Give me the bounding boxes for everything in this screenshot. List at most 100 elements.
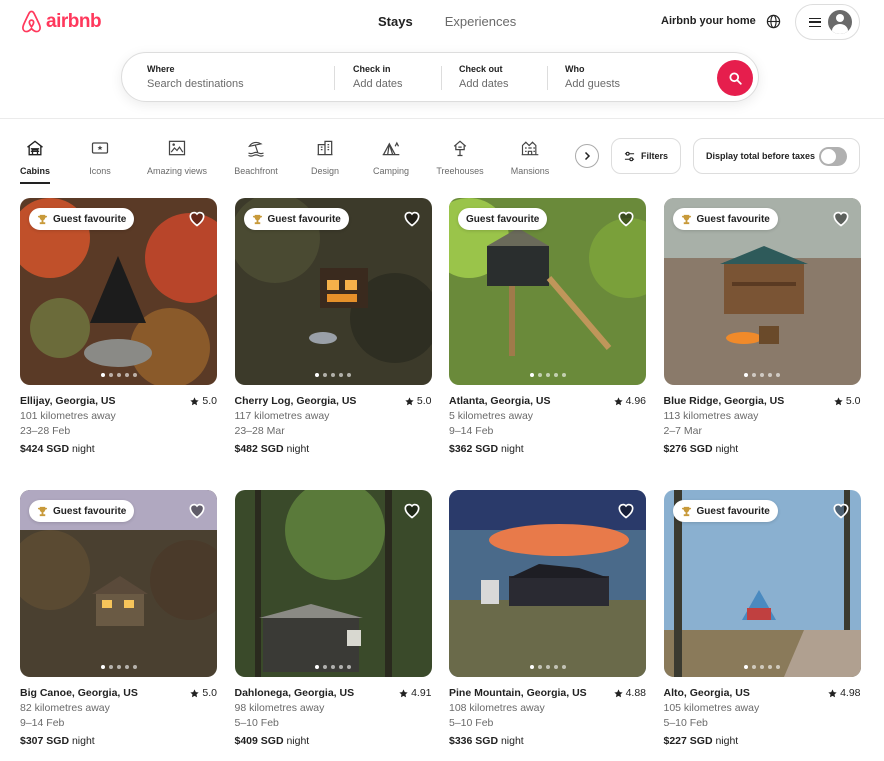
listing-dates: 9–14 Feb bbox=[20, 717, 65, 729]
pagination-dot[interactable] bbox=[339, 665, 343, 669]
category-next-button[interactable] bbox=[575, 144, 599, 168]
pagination-dot[interactable] bbox=[545, 373, 550, 377]
listing-photo[interactable] bbox=[449, 490, 646, 677]
listing-location: Big Canoe, Georgia, US bbox=[20, 687, 138, 699]
listing-card[interactable]: Guest favourite Atlanta, Georgia, US 4.9… bbox=[449, 198, 646, 455]
pagination-dot[interactable] bbox=[100, 665, 105, 669]
heart-icon[interactable] bbox=[187, 500, 207, 520]
pagination-dot[interactable] bbox=[553, 665, 558, 669]
pagination-dot[interactable] bbox=[561, 665, 566, 669]
pagination-dot[interactable] bbox=[331, 373, 335, 377]
pagination-dot[interactable] bbox=[744, 373, 748, 377]
heart-icon[interactable] bbox=[187, 208, 207, 228]
who-field[interactable]: Who Add guests bbox=[565, 64, 620, 90]
pagination-dot[interactable] bbox=[124, 373, 129, 377]
pagination-dot[interactable] bbox=[776, 665, 780, 669]
pagination-dot[interactable] bbox=[339, 373, 343, 377]
pagination-dot[interactable] bbox=[760, 373, 764, 377]
nav-experiences[interactable]: Experiences bbox=[445, 14, 517, 29]
category-treehouses[interactable]: Treehouses bbox=[435, 136, 485, 176]
pagination-dot[interactable] bbox=[347, 665, 351, 669]
pagination-dot[interactable] bbox=[768, 665, 772, 669]
category-amazing-views[interactable]: Amazing views bbox=[145, 136, 209, 176]
pagination-dot[interactable] bbox=[116, 373, 121, 377]
pagination-dot[interactable] bbox=[537, 373, 542, 377]
globe-icon[interactable] bbox=[766, 14, 781, 29]
nav-stays[interactable]: Stays bbox=[378, 14, 413, 29]
listing-photo[interactable]: Guest favourite bbox=[663, 198, 861, 385]
pagination-dot[interactable] bbox=[132, 665, 137, 669]
pagination-dot[interactable] bbox=[545, 665, 550, 669]
where-input[interactable]: Search destinations bbox=[147, 78, 244, 90]
heart-icon[interactable] bbox=[616, 500, 636, 520]
category-icons[interactable]: Icons bbox=[86, 136, 114, 176]
heart-icon[interactable] bbox=[402, 500, 422, 520]
pagination-dot[interactable] bbox=[315, 373, 319, 377]
pagination-dot[interactable] bbox=[776, 373, 780, 377]
listing-photo[interactable]: Guest favourite bbox=[20, 490, 217, 677]
pagination-dot[interactable] bbox=[108, 665, 113, 669]
pagination-dot[interactable] bbox=[529, 665, 534, 669]
heart-icon[interactable] bbox=[616, 208, 636, 228]
pagination-dot[interactable] bbox=[132, 373, 137, 377]
pagination-dot[interactable] bbox=[347, 373, 351, 377]
star-icon bbox=[613, 688, 623, 697]
display-total-toggle[interactable]: Display total before taxes bbox=[693, 138, 860, 174]
listing-location: Pine Mountain, Georgia, US bbox=[449, 687, 587, 699]
price-suffix: night bbox=[500, 443, 524, 455]
pagination-dot[interactable] bbox=[116, 665, 121, 669]
heart-icon[interactable] bbox=[402, 208, 422, 228]
pagination-dot[interactable] bbox=[561, 373, 566, 377]
category-cabins[interactable]: Cabins bbox=[20, 136, 50, 184]
pagination-dot[interactable] bbox=[553, 373, 558, 377]
category-design[interactable]: Design bbox=[310, 136, 340, 176]
pagination-dot[interactable] bbox=[315, 665, 319, 669]
pagination-dot[interactable] bbox=[108, 373, 113, 377]
category-mansions[interactable]: Mansions bbox=[509, 136, 551, 176]
pagination-dot[interactable] bbox=[124, 665, 129, 669]
pagination-dot[interactable] bbox=[760, 665, 764, 669]
pagination-dot[interactable] bbox=[323, 373, 327, 377]
category-beachfront[interactable]: Beachfront bbox=[232, 136, 280, 176]
pagination-dot[interactable] bbox=[752, 373, 756, 377]
user-menu-button[interactable] bbox=[795, 4, 860, 40]
checkout-field[interactable]: Check out Add dates bbox=[459, 64, 509, 90]
star-icon bbox=[613, 396, 623, 405]
listing-photo[interactable]: Guest favourite bbox=[663, 490, 861, 677]
listing-card[interactable]: Guest favourite Alto, Georgia, US 4.98 1… bbox=[663, 490, 861, 747]
checkin-field[interactable]: Check in Add dates bbox=[353, 64, 403, 90]
pagination-dot[interactable] bbox=[529, 373, 534, 377]
listing-card[interactable]: Pine Mountain, Georgia, US 4.88 108 kilo… bbox=[449, 490, 646, 747]
pagination-dot[interactable] bbox=[744, 665, 748, 669]
listing-photo[interactable]: Guest favourite bbox=[234, 198, 432, 385]
pagination-dot[interactable] bbox=[323, 665, 327, 669]
guest-favourite-badge: Guest favourite bbox=[29, 208, 135, 230]
filters-button[interactable]: Filters bbox=[611, 138, 681, 174]
pagination-dot[interactable] bbox=[100, 373, 105, 377]
sliders-icon bbox=[624, 151, 635, 161]
category-camping[interactable]: Camping bbox=[371, 136, 411, 176]
listing-card[interactable]: Guest favourite Cherry Log, Georgia, US … bbox=[234, 198, 432, 455]
listing-distance: 117 kilometres away bbox=[234, 410, 330, 422]
where-field[interactable]: Where Search destinations bbox=[147, 64, 244, 90]
airbnb-logo[interactable]: airbnb bbox=[20, 9, 102, 34]
pagination-dot[interactable] bbox=[537, 665, 542, 669]
listing-card[interactable]: Dahlonega, Georgia, US 4.91 98 kilometre… bbox=[234, 490, 432, 747]
listing-card[interactable]: Guest favourite Blue Ridge, Georgia, US … bbox=[663, 198, 861, 455]
heart-icon[interactable] bbox=[831, 208, 851, 228]
pagination-dot[interactable] bbox=[768, 373, 772, 377]
heart-icon[interactable] bbox=[831, 500, 851, 520]
rating-value: 5.0 bbox=[202, 687, 217, 699]
listing-price: $424 SGD night bbox=[20, 443, 217, 455]
listing-photo[interactable] bbox=[234, 490, 432, 677]
listing-rating: 5.0 bbox=[405, 395, 432, 407]
listing-photo[interactable]: Guest favourite bbox=[20, 198, 217, 385]
listing-card[interactable]: Guest favourite Ellijay, Georgia, US 5.0… bbox=[20, 198, 217, 455]
listing-photo[interactable]: Guest favourite bbox=[449, 198, 646, 385]
search-button[interactable] bbox=[717, 60, 753, 96]
pagination-dot[interactable] bbox=[752, 665, 756, 669]
listing-card[interactable]: Guest favourite Big Canoe, Georgia, US 5… bbox=[20, 490, 217, 747]
pagination-dot[interactable] bbox=[331, 665, 335, 669]
host-link[interactable]: Airbnb your home bbox=[661, 15, 756, 27]
toggle-switch[interactable] bbox=[819, 147, 847, 166]
